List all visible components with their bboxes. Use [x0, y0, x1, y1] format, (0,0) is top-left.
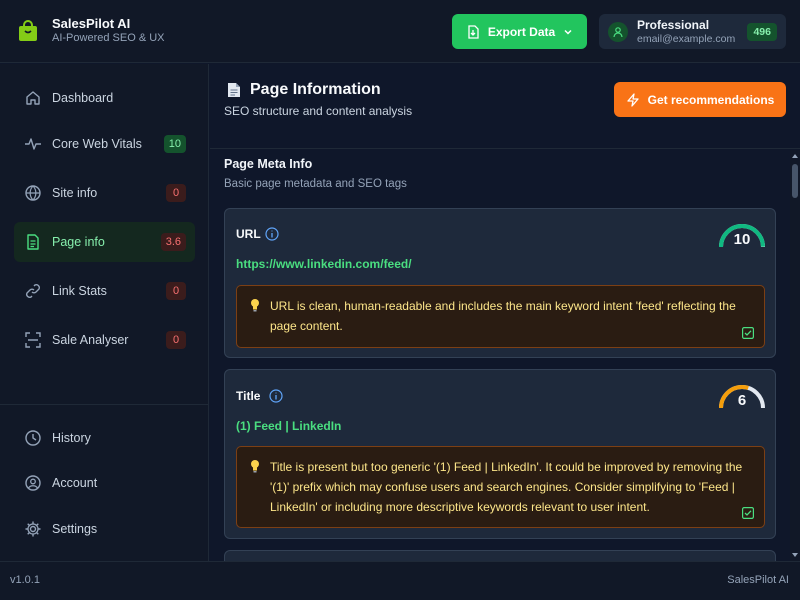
pulse-icon: [25, 138, 41, 150]
chevron-down-icon: [564, 29, 572, 35]
link-icon: [26, 284, 40, 298]
section-title: Page Meta Info: [224, 157, 313, 171]
info-icon[interactable]: [265, 227, 279, 241]
score-gauge: 10: [718, 219, 766, 251]
score-badge: 10: [163, 135, 186, 153]
credits-badge: 496: [747, 23, 777, 41]
score-value: 10: [733, 231, 751, 248]
score-badge: 0: [166, 331, 186, 349]
globe-icon: [25, 185, 41, 201]
lightning-icon: [626, 92, 639, 107]
app-name: SalesPilot AI: [52, 16, 131, 31]
next-meta-card: [224, 550, 776, 561]
section-subtitle: Basic page metadata and SEO tags: [224, 178, 407, 190]
document-icon: [27, 234, 39, 250]
sidebar-item-label: History: [52, 431, 91, 445]
insight-text: URL is clean, human-readable and include…: [270, 299, 736, 333]
get-recommendations-button[interactable]: Get recommendations: [614, 82, 786, 117]
scan-icon: [25, 332, 41, 348]
get-recommendations-label: Get recommendations: [647, 92, 775, 107]
scroll-up-arrow-icon[interactable]: [791, 152, 799, 160]
clock-icon: [25, 430, 41, 446]
sidebar-item-label: Settings: [52, 522, 98, 536]
sidebar-item-label: Link Stats: [52, 284, 107, 298]
export-data-button[interactable]: Export Data: [452, 14, 587, 49]
card-label: URL: [236, 227, 261, 241]
app-version: v1.0.1: [10, 574, 40, 586]
sidebar-item-label: Sale Analyser: [52, 333, 129, 347]
sidebar-item-label: Core Web Vitals: [52, 137, 142, 151]
url-value: https://www.linkedin.com/feed/: [236, 257, 412, 271]
sidebar-divider: [0, 404, 209, 405]
sidebar-item-history[interactable]: History: [14, 418, 195, 458]
file-export-icon: [468, 24, 479, 39]
shopping-bag-logo-icon: [17, 20, 39, 42]
sidebar-item-dashboard[interactable]: Dashboard: [14, 78, 195, 118]
score-badge: 3.6: [160, 233, 186, 251]
sidebar-item-account[interactable]: Account: [14, 463, 195, 503]
sidebar-item-label: Site info: [52, 186, 98, 200]
sidebar-item-page-info[interactable]: Page info 3.6: [14, 222, 195, 262]
user-icon: [25, 475, 41, 491]
gear-icon: [25, 521, 41, 537]
insight-text: Title is present but too generic '(1) Fe…: [270, 460, 743, 514]
document-icon: [228, 83, 240, 97]
plan-name: Professional: [637, 18, 710, 32]
sidebar-item-label: Dashboard: [52, 91, 114, 105]
status-footer: v1.0.1 SalesPilot AI: [0, 561, 800, 600]
page-header: Page Information SEO structure and conte…: [210, 64, 800, 149]
sidebar-item-link-stats[interactable]: Link Stats 0: [14, 271, 195, 311]
account-summary[interactable]: Professional email@example.com 496: [599, 14, 786, 49]
user-email: email@example.com: [637, 33, 736, 45]
export-data-label: Export Data: [487, 24, 556, 39]
title-card: Title 6 (1) Feed | LinkedIn Title is pre…: [224, 369, 776, 539]
check-square-icon[interactable]: [742, 507, 754, 519]
top-header: SalesPilot AI AI-Powered SEO & UX Export…: [0, 0, 800, 63]
ai-insight-note: URL is clean, human-readable and include…: [236, 285, 765, 348]
title-value: (1) Feed | LinkedIn: [236, 419, 342, 433]
sidebar-item-site-info[interactable]: Site info 0: [14, 173, 195, 213]
url-card: URL 10 https://www.linkedin.com/feed/ UR…: [224, 208, 776, 358]
main-content[interactable]: Page Meta Info Basic page metadata and S…: [210, 150, 790, 561]
score-value: 6: [737, 392, 747, 409]
footer-brand: SalesPilot AI: [727, 574, 789, 586]
lightbulb-icon: [250, 298, 260, 317]
home-icon: [26, 91, 40, 105]
content-scrollbar[interactable]: [790, 150, 800, 561]
score-badge: 0: [166, 282, 186, 300]
scroll-thumb[interactable]: [792, 164, 798, 198]
sidebar-item-sale-analyser[interactable]: Sale Analyser 0: [14, 320, 195, 360]
info-icon[interactable]: [269, 389, 283, 403]
check-square-icon[interactable]: [742, 327, 754, 339]
app-tagline: AI-Powered SEO & UX: [52, 32, 165, 44]
scroll-down-arrow-icon[interactable]: [791, 551, 799, 559]
sidebar-item-label: Page info: [52, 235, 105, 249]
score-gauge: 6: [718, 380, 766, 412]
page-title: Page Information: [250, 81, 381, 98]
score-badge: 0: [166, 184, 186, 202]
lightbulb-icon: [250, 459, 260, 478]
ai-insight-note: Title is present but too generic '(1) Fe…: [236, 446, 765, 528]
sidebar-item-settings[interactable]: Settings: [14, 509, 195, 549]
user-avatar-icon: [608, 22, 628, 42]
sidebar: Dashboard Core Web Vitals 10 Site info 0…: [0, 64, 209, 561]
sidebar-item-core-web-vitals[interactable]: Core Web Vitals 10: [14, 124, 195, 164]
sidebar-item-label: Account: [52, 476, 98, 490]
card-label: Title: [236, 389, 261, 403]
page-subtitle: SEO structure and content analysis: [224, 104, 413, 118]
